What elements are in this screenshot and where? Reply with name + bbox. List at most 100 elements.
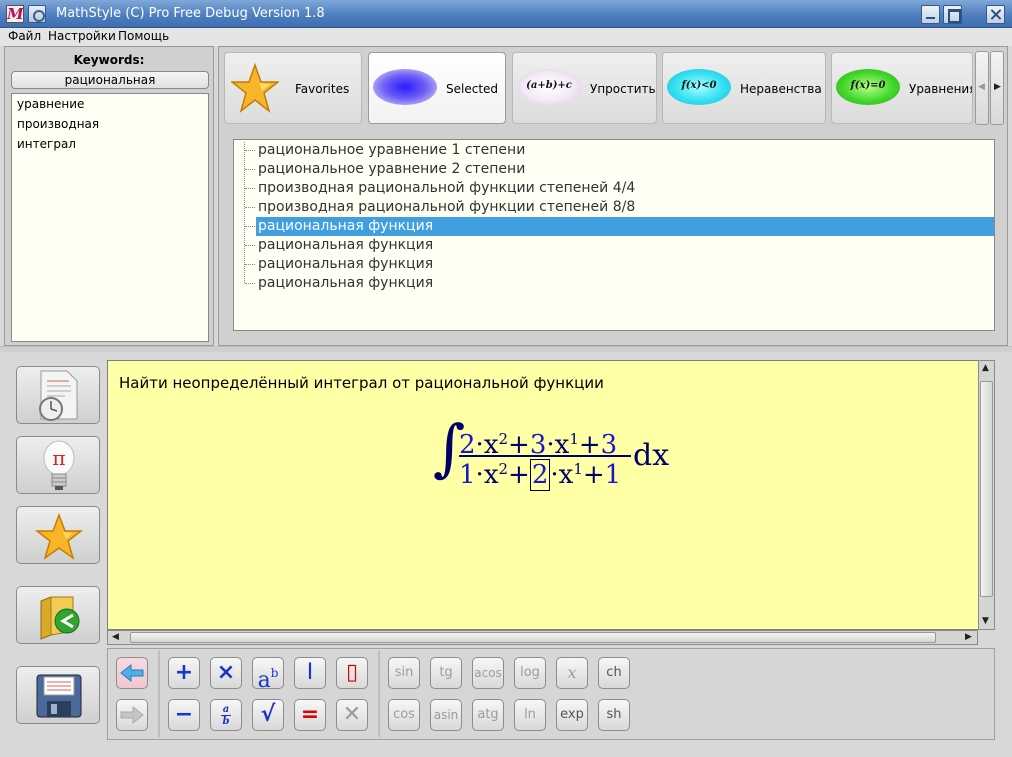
tab-label: Уравнения bbox=[909, 82, 973, 96]
splitter[interactable] bbox=[0, 346, 1012, 352]
cos-key[interactable]: cos bbox=[388, 699, 420, 731]
tab-label: Неравенства bbox=[740, 82, 822, 96]
formula-cursor-box[interactable]: 2 bbox=[529, 459, 551, 491]
hint-button[interactable]: π bbox=[16, 436, 100, 494]
task-statement: Найти неопределённый интеграл от рациона… bbox=[119, 374, 604, 392]
scroll-right-icon[interactable]: ▶ bbox=[965, 632, 972, 642]
keywords-panel: Keywords: рациональная уравнение произво… bbox=[4, 46, 214, 346]
menu-file[interactable]: Файл bbox=[8, 29, 41, 43]
chevron-left-icon: ◀ bbox=[978, 82, 985, 92]
log-key[interactable]: log bbox=[514, 657, 546, 689]
tg-key[interactable]: tg bbox=[430, 657, 462, 689]
exp-key[interactable]: exp bbox=[556, 699, 588, 731]
editor-vertical-scrollbar[interactable]: ▲ ▼ bbox=[978, 360, 995, 630]
tab-label: Selected bbox=[446, 82, 499, 96]
window-title: MathStyle (C) Pro Free Debug Version 1.8 bbox=[56, 6, 325, 21]
tab-label: Favorites bbox=[295, 82, 350, 96]
multiply-key[interactable]: × bbox=[210, 657, 242, 689]
star-icon bbox=[231, 63, 279, 114]
scroll-up-icon[interactable]: ▲ bbox=[982, 363, 989, 373]
keyword-item[interactable]: интеграл bbox=[17, 137, 76, 151]
tab-selected[interactable]: Selected bbox=[368, 52, 506, 124]
menu-settings[interactable]: Настройки bbox=[48, 29, 116, 43]
tree-item[interactable]: рациональное уравнение 2 степени bbox=[245, 160, 994, 179]
star-icon bbox=[35, 513, 83, 560]
tree-item[interactable]: рациональное уравнение 1 степени bbox=[245, 141, 994, 160]
minus-key[interactable]: − bbox=[168, 699, 200, 731]
tree-item[interactable]: производная рациональной функции степене… bbox=[245, 198, 994, 217]
history-button[interactable] bbox=[16, 366, 100, 424]
formula-numerator: 2·x2+3·x1+3 bbox=[459, 430, 618, 460]
close-button[interactable] bbox=[986, 5, 1005, 24]
asin-key[interactable]: asin bbox=[430, 699, 462, 731]
tabs-scroll-left-button[interactable]: ◀ bbox=[975, 51, 989, 125]
equals-key[interactable]: = bbox=[294, 699, 326, 731]
favorite-button[interactable] bbox=[16, 506, 100, 564]
title-bar: M MathStyle (C) Pro Free Debug Version 1… bbox=[0, 0, 1012, 28]
window-menu-button[interactable] bbox=[28, 5, 46, 23]
lightbulb-pi-icon: π bbox=[43, 440, 75, 490]
delete-key[interactable]: ✕ bbox=[336, 699, 368, 731]
undo-button[interactable] bbox=[116, 657, 148, 689]
variable-key[interactable]: x bbox=[556, 657, 588, 689]
plus-key[interactable]: + bbox=[168, 657, 200, 689]
equation-icon: f(x)=0 bbox=[836, 69, 900, 105]
tree-item[interactable]: производная рациональной функции степене… bbox=[245, 179, 994, 198]
inequality-icon: f(x)<0 bbox=[667, 69, 731, 105]
scroll-down-icon[interactable]: ▼ bbox=[982, 616, 989, 626]
back-arrow-icon bbox=[120, 663, 144, 683]
tree-item[interactable]: рациональная функция bbox=[245, 274, 994, 293]
sh-key[interactable]: sh bbox=[598, 699, 630, 731]
differential: dx bbox=[633, 438, 670, 473]
chevron-right-icon: ▶ bbox=[994, 82, 1001, 92]
scroll-left-icon[interactable]: ◀ bbox=[112, 632, 119, 642]
tree-item-selected[interactable]: рациональная функция bbox=[245, 217, 994, 236]
floppy-save-icon bbox=[36, 674, 82, 718]
tab-simplify[interactable]: (a+b)+c Упростить bbox=[512, 52, 657, 124]
redo-button[interactable] bbox=[116, 699, 148, 731]
app-logo-icon: M bbox=[6, 5, 24, 23]
document-clock-icon bbox=[39, 370, 78, 421]
vertical-scroll-thumb[interactable] bbox=[980, 381, 993, 597]
task-tree: рациональное уравнение 1 степени рациона… bbox=[233, 139, 995, 331]
keyword-item[interactable]: уравнение bbox=[17, 97, 84, 111]
simplify-icon: (a+b)+c bbox=[517, 69, 581, 105]
ch-key[interactable]: ch bbox=[598, 657, 630, 689]
tab-inequalities[interactable]: f(x)<0 Неравенства bbox=[662, 52, 826, 124]
horizontal-scroll-thumb[interactable] bbox=[130, 632, 936, 643]
folder-import-icon bbox=[40, 596, 80, 640]
category-area: Favorites Selected (a+b)+c Упростить f(x… bbox=[218, 46, 1008, 346]
tabs-scroll-right-button[interactable]: ▶ bbox=[990, 51, 1004, 125]
menu-help[interactable]: Помощь bbox=[118, 29, 169, 43]
editor-horizontal-scrollbar[interactable]: ◀ ▶ bbox=[107, 630, 978, 645]
forward-arrow-icon bbox=[120, 705, 144, 725]
integral-formula[interactable]: ∫ 2·x2+3·x1+3 1·x2+2·x1+1 dx bbox=[433, 411, 733, 501]
keywords-list: уравнение производная интеграл bbox=[11, 93, 209, 342]
keywords-title: Keywords: bbox=[73, 53, 145, 67]
sqrt-key[interactable]: √ bbox=[252, 699, 284, 731]
fraction-key[interactable]: ab bbox=[210, 699, 242, 731]
keyword-search-input[interactable]: рациональная bbox=[11, 71, 209, 89]
text-cursor-key[interactable]: I bbox=[294, 657, 326, 689]
acos-key[interactable]: acos bbox=[472, 657, 504, 689]
menu-bar: Файл Настройки Помощь bbox=[0, 28, 1012, 46]
placeholder-key[interactable]: ▯ bbox=[336, 657, 368, 689]
tab-equations[interactable]: f(x)=0 Уравнения bbox=[831, 52, 973, 124]
atg-key[interactable]: atg bbox=[472, 699, 504, 731]
open-file-button[interactable] bbox=[16, 586, 100, 644]
tab-label: Упростить bbox=[590, 82, 656, 96]
task-editor[interactable]: Найти неопределённый интеграл от рациона… bbox=[107, 360, 995, 630]
sin-key[interactable]: sin bbox=[388, 657, 420, 689]
minimize-button[interactable] bbox=[921, 5, 940, 24]
keyword-item[interactable]: производная bbox=[17, 117, 99, 131]
blue-oval-icon bbox=[373, 69, 437, 105]
maximize-button[interactable] bbox=[943, 5, 962, 24]
tab-favorites[interactable]: Favorites bbox=[224, 52, 362, 124]
power-key[interactable]: ab bbox=[252, 657, 284, 693]
formula-keyboard: + × ab I ▯ − ab √ = ✕ sin tg acos log x … bbox=[107, 648, 995, 740]
save-button[interactable] bbox=[16, 666, 100, 724]
ln-key[interactable]: ln bbox=[514, 699, 546, 731]
tree-item[interactable]: рациональная функция bbox=[245, 255, 994, 274]
svg-text:π: π bbox=[52, 446, 65, 470]
tree-item[interactable]: рациональная функция bbox=[245, 236, 994, 255]
